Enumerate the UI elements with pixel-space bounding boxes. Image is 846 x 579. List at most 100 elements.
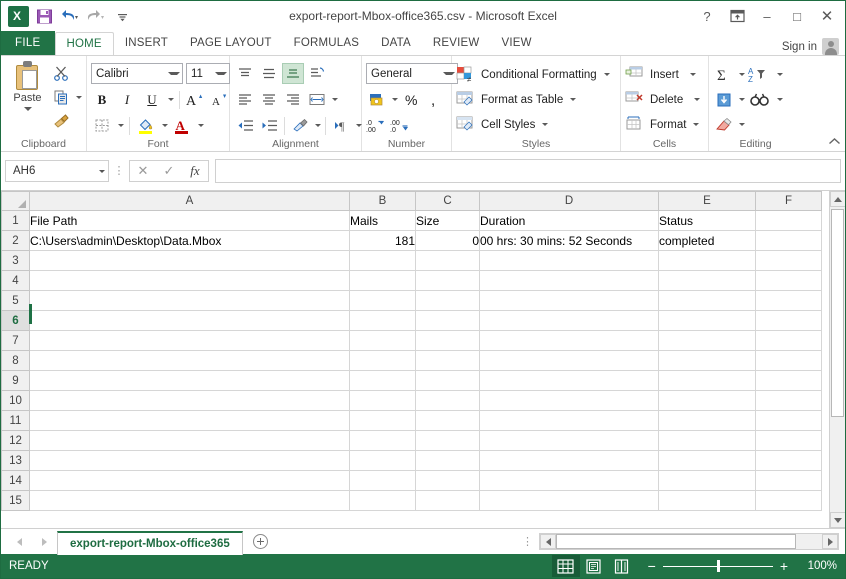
cell-b6[interactable] [349, 310, 416, 331]
cell-c12[interactable] [415, 430, 480, 451]
row-header-15[interactable]: 15 [1, 490, 30, 511]
page-break-preview-button[interactable] [608, 555, 636, 577]
align-left-button[interactable] [234, 89, 256, 110]
tab-home[interactable]: HOME [54, 32, 114, 56]
format-as-table-dropdown-icon[interactable] [570, 98, 577, 101]
paste-button[interactable]: Paste [5, 59, 50, 111]
text-direction-button[interactable]: ¶ [330, 115, 352, 136]
cell-b2[interactable]: 181 [349, 230, 416, 251]
find-and-select-button[interactable] [747, 89, 773, 110]
cell-e9[interactable] [658, 370, 756, 391]
sign-in-area[interactable]: Sign in [782, 38, 845, 55]
cell-c9[interactable] [415, 370, 480, 391]
row-header-7[interactable]: 7 [1, 330, 30, 351]
close-button[interactable]: ✕ [812, 3, 842, 29]
cell-b5[interactable] [349, 290, 416, 311]
cell-f3[interactable] [755, 250, 822, 271]
cell-styles-button[interactable]: Cell Styles [456, 113, 612, 136]
cell-e7[interactable] [658, 330, 756, 351]
borders-button[interactable] [91, 115, 113, 137]
select-all-button[interactable] [1, 191, 30, 211]
cell-e5[interactable] [658, 290, 756, 311]
cell-d4[interactable] [479, 270, 659, 291]
cell-d7[interactable] [479, 330, 659, 351]
insert-cells-dropdown-icon[interactable] [689, 73, 696, 76]
cell-a13[interactable] [29, 450, 350, 471]
column-header-b[interactable]: B [349, 191, 416, 211]
tab-data[interactable]: DATA [370, 31, 422, 55]
italic-button[interactable]: I [116, 89, 138, 111]
font-size-input[interactable]: 11 [186, 63, 230, 84]
cell-e12[interactable] [658, 430, 756, 451]
cell-b7[interactable] [349, 330, 416, 351]
format-cells-dropdown-icon[interactable] [693, 123, 700, 126]
accounting-dropdown-icon[interactable] [392, 98, 398, 101]
horizontal-scroll-thumb[interactable] [556, 534, 796, 549]
underline-button[interactable]: U [141, 89, 163, 111]
cell-b8[interactable] [349, 350, 416, 371]
conditional-formatting-button[interactable]: ≠ Conditional Formatting [456, 63, 612, 86]
sheet-bar-handle[interactable]: ⋮ [522, 536, 539, 547]
cell-c15[interactable] [415, 490, 480, 511]
cell-f10[interactable] [755, 390, 822, 411]
cell-a8[interactable] [29, 350, 350, 371]
clear-button[interactable] [713, 114, 735, 135]
cell-f2[interactable] [755, 230, 822, 251]
cell-c7[interactable] [415, 330, 480, 351]
percent-style-button[interactable]: % [400, 89, 422, 110]
redo-icon[interactable] [84, 4, 108, 28]
cell-c14[interactable] [415, 470, 480, 491]
middle-align-button[interactable] [258, 63, 280, 84]
font-color-button[interactable]: A [171, 115, 193, 137]
cell-d2[interactable]: 00 hrs: 30 mins: 52 Seconds [479, 230, 659, 251]
row-header-2[interactable]: 2 [1, 230, 30, 251]
undo-icon[interactable] [58, 4, 82, 28]
cell-b10[interactable] [349, 390, 416, 411]
cell-a10[interactable] [29, 390, 350, 411]
insert-cells-button[interactable]: Insert [625, 63, 700, 86]
decrease-decimal-button[interactable]: .00 .0 [390, 115, 412, 136]
cell-a3[interactable] [29, 250, 350, 271]
cell-d12[interactable] [479, 430, 659, 451]
cell-d15[interactable] [479, 490, 659, 511]
cell-f4[interactable] [755, 270, 822, 291]
cell-f15[interactable] [755, 490, 822, 511]
ribbon-display-options-icon[interactable] [722, 3, 752, 29]
cell-d10[interactable] [479, 390, 659, 411]
cell-d11[interactable] [479, 410, 659, 431]
cell-f1[interactable] [755, 210, 822, 231]
cell-f13[interactable] [755, 450, 822, 471]
save-icon[interactable] [32, 4, 56, 28]
cancel-formula-button[interactable]: ✕ [130, 161, 156, 181]
top-align-button[interactable] [234, 63, 256, 84]
wrap-text-button[interactable] [306, 89, 328, 110]
fill-color-dropdown-icon[interactable] [162, 124, 168, 127]
font-size-dropdown-icon[interactable] [215, 72, 227, 75]
horizontal-scrollbar[interactable] [539, 533, 839, 550]
cell-c3[interactable] [415, 250, 480, 271]
font-name-dropdown-icon[interactable] [168, 72, 180, 75]
collapse-ribbon-button[interactable] [828, 137, 841, 149]
row-header-4[interactable]: 4 [1, 270, 30, 291]
name-box[interactable]: AH6 [5, 160, 109, 182]
copy-button[interactable] [50, 86, 82, 108]
cell-b3[interactable] [349, 250, 416, 271]
underline-dropdown-icon[interactable] [168, 98, 174, 101]
cell-e2[interactable]: completed [658, 230, 756, 251]
autosum-button[interactable]: Σ [713, 64, 735, 85]
cell-f14[interactable] [755, 470, 822, 491]
cell-e10[interactable] [658, 390, 756, 411]
column-header-e[interactable]: E [658, 191, 756, 211]
scroll-up-button[interactable] [830, 191, 845, 207]
autosum-dropdown-icon[interactable] [739, 73, 745, 76]
column-header-a[interactable]: A [29, 191, 350, 211]
cell-c8[interactable] [415, 350, 480, 371]
cell-d9[interactable] [479, 370, 659, 391]
row-header-9[interactable]: 9 [1, 370, 30, 391]
row-header-12[interactable]: 12 [1, 430, 30, 451]
tab-formulas[interactable]: FORMULAS [283, 31, 371, 55]
paste-dropdown-icon[interactable] [23, 107, 32, 111]
cell-e4[interactable] [658, 270, 756, 291]
font-color-dropdown-icon[interactable] [198, 124, 204, 127]
cell-c2[interactable]: 0 [415, 230, 480, 251]
